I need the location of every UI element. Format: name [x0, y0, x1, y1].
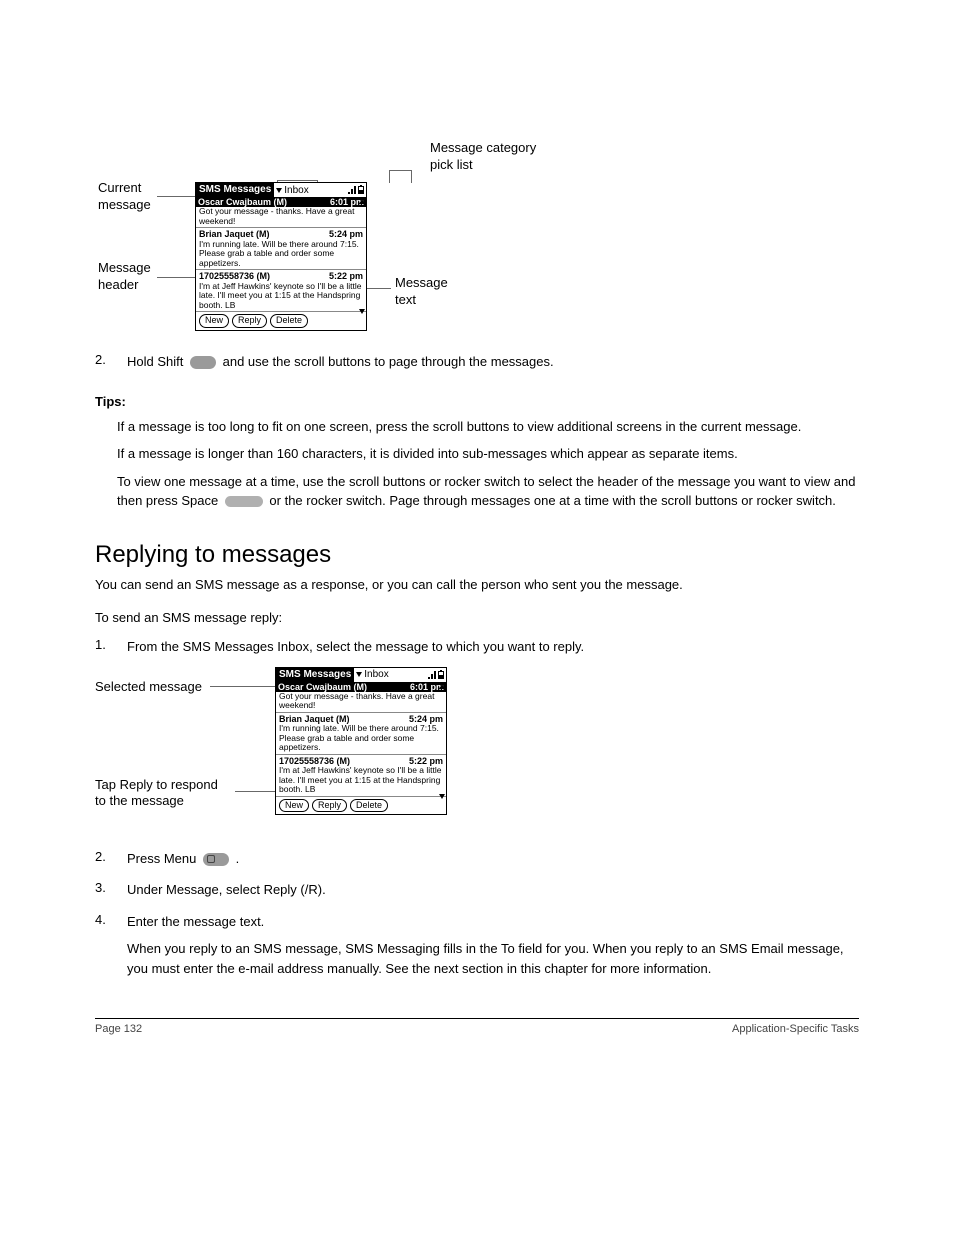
leader [367, 288, 391, 289]
msg-body: Got your message - thanks. Have a great … [279, 692, 443, 711]
step-text: Enter the message text. [123, 912, 859, 932]
delete-button[interactable]: Delete [270, 314, 308, 328]
message-item[interactable]: Oscar Cwajbaum (M)6:01 pm Got your messa… [196, 197, 366, 228]
footer-section: Application-Specific Tasks [732, 1023, 859, 1035]
manual-page: Message category pick list Current messa… [0, 0, 954, 1235]
message-item[interactable]: Oscar Cwajbaum (M)6:01 pm Got your messa… [276, 682, 446, 713]
callout-selected: Selected message [95, 679, 202, 696]
reply-button[interactable]: Reply [312, 799, 347, 813]
step-text: Press Menu . [123, 849, 859, 869]
figure-sms-overview: Message category pick list Current messa… [95, 140, 859, 340]
tips-heading: Tips: [95, 394, 859, 409]
palm-device: SMS Messages Inbox Oscar Cwajbaum (M)6:0… [275, 667, 447, 816]
step-text: Hold Shift and use the scroll buttons to… [123, 352, 859, 372]
category-picklist[interactable]: Inbox [354, 668, 426, 682]
delete-button[interactable]: Delete [350, 799, 388, 813]
reply-step-4: 4. Enter the message text. [95, 912, 859, 932]
tip-text: If a message is longer than 160 characte… [117, 444, 859, 464]
signal-icon [348, 186, 356, 194]
message-item[interactable]: Brian Jaquet (M)5:24 pm I'm running late… [276, 713, 446, 755]
leader [210, 686, 276, 687]
step-number: 3. [95, 880, 113, 900]
step-text: From the SMS Messages Inbox, select the … [123, 637, 859, 657]
picklist-label: Inbox [284, 185, 308, 196]
tip-text: If a message is too long to fit on one s… [117, 417, 859, 437]
leader [411, 170, 412, 183]
callout-current: Current message [98, 180, 151, 214]
message-item[interactable]: 17025558736 (M)5:22 pm I'm at Jeff Hawki… [196, 270, 366, 312]
leader [389, 170, 411, 171]
step-number: 4. [95, 912, 113, 932]
reply-note: When you reply to an SMS message, SMS Me… [127, 939, 859, 978]
leader [389, 170, 390, 183]
msg-body: I'm at Jeff Hawkins' keynote so I'll be … [279, 766, 443, 795]
message-list: Oscar Cwajbaum (M)6:01 pm Got your messa… [196, 197, 366, 312]
callout-reply: Tap Reply to respond to the message [95, 777, 218, 811]
leader [157, 277, 195, 278]
scroll-down-icon [359, 309, 365, 314]
reply-step-1: 1. From the SMS Messages Inbox, select t… [95, 637, 859, 657]
section-heading: Replying to messages [95, 541, 859, 569]
msg-body: Got your message - thanks. Have a great … [199, 207, 363, 226]
picklist-label: Inbox [364, 669, 388, 680]
callout-text: Message text [395, 275, 448, 309]
step-number: 2. [95, 849, 113, 869]
figure-sms-reply: Selected message Tap Reply to respond to… [95, 667, 859, 837]
chevron-down-icon [276, 188, 282, 193]
tip-text: To view one message at a time, use the s… [117, 472, 859, 511]
step-2: 2. Hold Shift and use the scroll buttons… [95, 352, 859, 372]
palm-titlebar: SMS Messages Inbox [196, 183, 366, 197]
message-item[interactable]: Brian Jaquet (M)5:24 pm I'm running late… [196, 228, 366, 270]
scrollbar[interactable] [439, 684, 445, 799]
signal-icon [428, 671, 436, 679]
space-key-icon [225, 496, 263, 507]
page-footer: Page 132 Application-Specific Tasks [95, 1018, 859, 1035]
app-name: SMS Messages [196, 183, 274, 197]
reply-button[interactable]: Reply [232, 314, 267, 328]
reply-step-2: 2. Press Menu . [95, 849, 859, 869]
palm-titlebar: SMS Messages Inbox [276, 668, 446, 682]
app-name: SMS Messages [276, 668, 354, 682]
scroll-up-icon [439, 684, 445, 689]
step-number: 1. [95, 637, 113, 657]
msg-body: I'm at Jeff Hawkins' keynote so I'll be … [199, 282, 363, 311]
section-intro: You can send an SMS message as a respons… [95, 575, 859, 595]
palm-device: SMS Messages Inbox Oscar Cwajbaum (M)6:0… [195, 182, 367, 331]
scroll-up-icon [359, 199, 365, 204]
status-icons [346, 183, 366, 197]
step-text: Under Message, select Reply (/R). [123, 880, 859, 900]
scrollbar[interactable] [359, 199, 365, 314]
footer-page: Page 132 [95, 1023, 142, 1035]
leader [157, 196, 195, 197]
button-row: New Reply Delete [276, 797, 446, 815]
msg-body: I'm running late. Will be there around 7… [199, 240, 363, 269]
callout-header: Message header [98, 260, 151, 294]
reply-step-3: 3. Under Message, select Reply (/R). [95, 880, 859, 900]
chevron-down-icon [356, 672, 362, 677]
category-picklist[interactable]: Inbox [274, 183, 346, 197]
step-number: 2. [95, 352, 113, 372]
message-list: Oscar Cwajbaum (M)6:01 pm Got your messa… [276, 682, 446, 797]
status-icons [426, 668, 446, 682]
battery-icon [438, 671, 444, 679]
new-button[interactable]: New [279, 799, 309, 813]
shift-key-icon [190, 356, 216, 369]
button-row: New Reply Delete [196, 312, 366, 330]
procedure-heading: To send an SMS message reply: [95, 610, 859, 625]
new-button[interactable]: New [199, 314, 229, 328]
callout-category: Message category pick list [430, 140, 536, 174]
leader [277, 180, 317, 181]
battery-icon [358, 186, 364, 194]
msg-body: I'm running late. Will be there around 7… [279, 724, 443, 753]
scroll-down-icon [439, 794, 445, 799]
message-item[interactable]: 17025558736 (M)5:22 pm I'm at Jeff Hawki… [276, 755, 446, 797]
menu-key-icon [203, 853, 229, 866]
